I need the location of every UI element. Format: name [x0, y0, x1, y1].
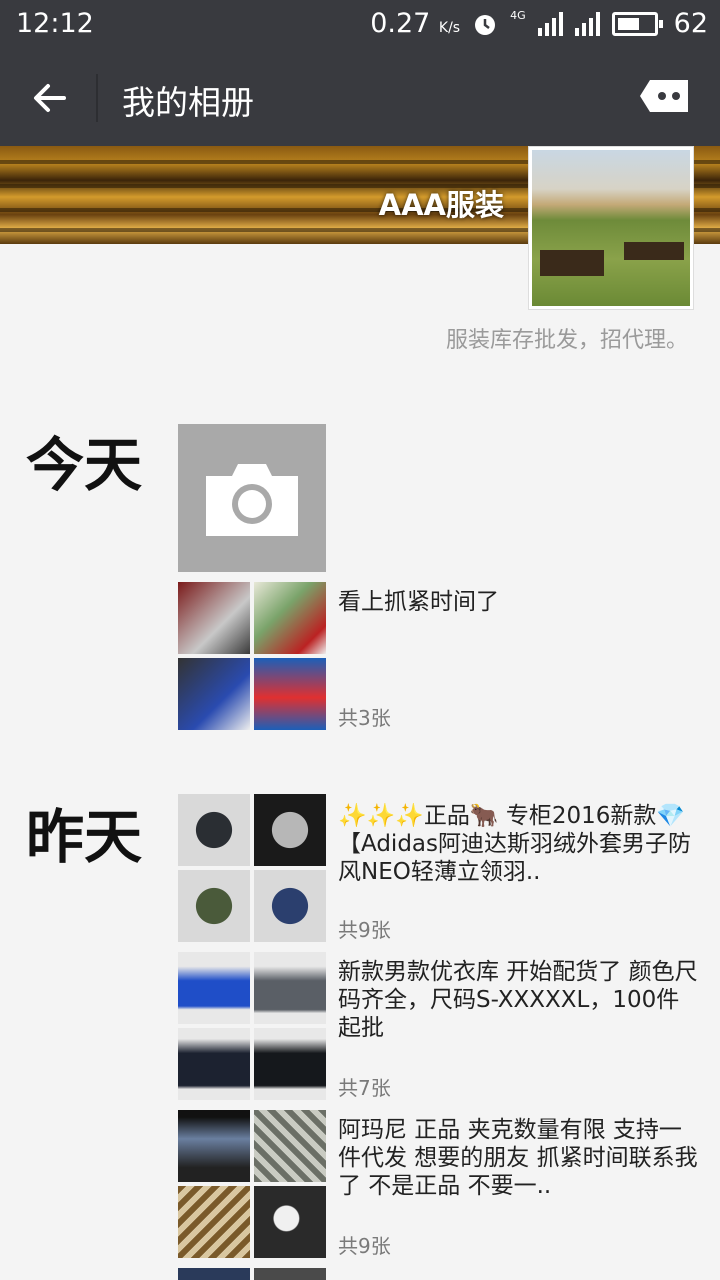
thumb-image: [254, 1028, 326, 1100]
post-thumbnail[interactable]: [178, 794, 326, 942]
profile-signature: 服装库存批发，招代理。: [445, 328, 688, 353]
thumb-image: [178, 1268, 250, 1280]
net-speed: 0.27 K/s: [370, 8, 460, 39]
post-thumbnail[interactable]: [178, 1110, 326, 1258]
net-speed-unit: K/s: [438, 20, 461, 36]
alarm-icon: [475, 14, 496, 35]
thumb-image: [178, 1028, 250, 1100]
thumb-image: [254, 1268, 326, 1280]
thumb-image: [254, 870, 326, 942]
battery-fill: [617, 17, 639, 30]
more-icon[interactable]: [640, 80, 690, 116]
thumb-image: [254, 582, 326, 654]
status-icons: 0.27 K/s 4G 62: [370, 8, 708, 39]
thumb-image: [178, 952, 250, 1024]
thumb-image: [178, 794, 250, 866]
thumb-image: [178, 658, 250, 730]
status-bar: 12:12 0.27 K/s 4G 62: [0, 0, 720, 50]
signal-icon: [537, 11, 563, 36]
thumb-image: [254, 1110, 326, 1182]
net-speed-value: 0.27: [370, 8, 431, 39]
avatar-bench: [624, 242, 684, 260]
avatar-image: [532, 150, 690, 306]
back-arrow-icon[interactable]: [28, 76, 72, 120]
post-thumbnail-partial[interactable]: [178, 1268, 326, 1280]
post-thumbnail[interactable]: [178, 582, 326, 730]
network-type: 4G: [510, 9, 526, 22]
post-photo-count: 共9张: [338, 1234, 391, 1258]
avatar-bench: [540, 250, 604, 276]
battery-level: 62: [673, 8, 708, 39]
thumb-image: [254, 658, 326, 730]
add-photo-button[interactable]: [178, 424, 326, 572]
thumb-image: [178, 1186, 250, 1258]
post-photo-count: 共3张: [338, 706, 391, 730]
battery-icon: [611, 11, 663, 36]
post-text[interactable]: 阿玛尼 正品 夹克数量有限 支持一件代发 想要的朋友 抓紧时间联系我了 不是正品…: [338, 1116, 698, 1200]
page-title: 我的相册: [122, 83, 254, 122]
thumb-image: [178, 582, 250, 654]
profile-nickname: AAA服装: [378, 188, 504, 222]
nav-divider: [96, 74, 98, 122]
post-text[interactable]: 新款男款优衣库 开始配货了 颜色尺码齐全，尺码S-XXXXXL，100件起批: [338, 958, 698, 1042]
camera-icon: [206, 464, 298, 536]
post-thumbnail[interactable]: [178, 952, 326, 1100]
avatar[interactable]: [528, 146, 694, 310]
status-time: 12:12: [16, 8, 94, 39]
thumb-image: [254, 952, 326, 1024]
thumb-image: [254, 1186, 326, 1258]
thumb-image: [178, 1110, 250, 1182]
thumb-image: [178, 870, 250, 942]
signal-icon-2: [574, 11, 600, 36]
thumb-image: [254, 794, 326, 866]
nav-bar: 我的相册: [0, 50, 720, 146]
post-text[interactable]: ✨✨✨正品🐂 专柜2016新款💎【Adidas阿迪达斯羽绒外套男子防风NEO轻薄…: [338, 802, 698, 886]
day-label-yesterday: 昨天: [26, 803, 143, 871]
post-photo-count: 共9张: [338, 918, 391, 942]
day-label-today: 今天: [26, 431, 143, 499]
post-photo-count: 共7张: [338, 1076, 391, 1100]
post-text[interactable]: 看上抓紧时间了: [338, 588, 698, 616]
